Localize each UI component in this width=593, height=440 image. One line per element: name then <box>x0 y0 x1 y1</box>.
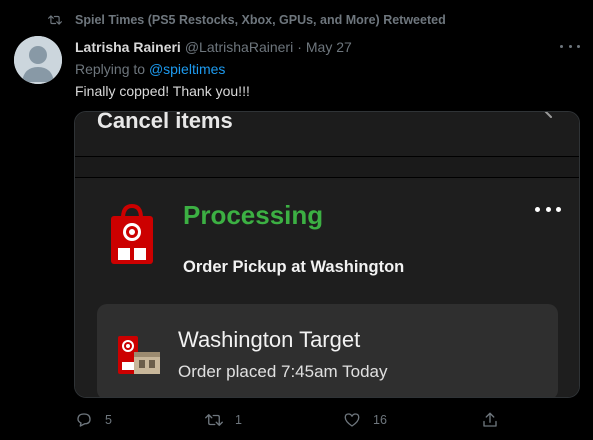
order-placed-time: Order placed 7:45am Today <box>178 362 388 381</box>
retweeted-by-text[interactable]: Spiel Times (PS5 Restocks, Xbox, GPUs, a… <box>75 13 446 27</box>
replying-to-link[interactable]: @spieltimes <box>149 61 225 77</box>
share-button[interactable] <box>481 408 499 432</box>
retweet-context[interactable]: Spiel Times (PS5 Restocks, Xbox, GPUs, a… <box>48 12 446 28</box>
target-bag-icon <box>111 204 153 264</box>
target-store-icon <box>118 336 160 374</box>
like-button[interactable]: 16 <box>343 408 387 432</box>
retweet-count: 1 <box>235 413 242 427</box>
more-horizontal-icon[interactable] <box>560 42 580 50</box>
retweet-icon <box>48 15 62 25</box>
tweet-text: Finally copped! Thank you!!! <box>75 83 250 99</box>
reply-count: 5 <box>105 413 112 427</box>
chevron-right-icon <box>544 112 552 118</box>
tweet-actions: 5 1 16 <box>0 408 593 432</box>
reply-button[interactable]: 5 <box>75 408 112 432</box>
store-name: Washington Target <box>178 327 361 352</box>
section-divider <box>75 156 579 178</box>
share-icon <box>483 412 497 427</box>
retweet-icon <box>205 414 223 426</box>
display-name[interactable]: Latrisha Raineri <box>75 39 181 55</box>
like-count: 16 <box>373 413 387 427</box>
retweet-button[interactable]: 1 <box>205 408 242 432</box>
card-more-icon <box>535 207 561 213</box>
tweet-date[interactable]: May 27 <box>306 39 352 55</box>
separator: · <box>297 39 302 55</box>
default-avatar-icon <box>14 36 62 84</box>
user-handle[interactable]: @LatrishaRaineri <box>185 39 293 55</box>
cancel-items-title: Cancel items <box>97 111 233 133</box>
replying-prefix: Replying to <box>75 61 146 77</box>
tweet-header: Latrisha Raineri @LatrishaRaineri · May … <box>75 39 352 57</box>
pickup-location: Order Pickup at Washington <box>183 258 405 276</box>
tweet-media-image[interactable]: Cancel items Processing Order Pickup at … <box>74 111 580 398</box>
avatar[interactable] <box>14 36 62 84</box>
replying-to: Replying to @spieltimes <box>75 61 225 77</box>
reply-icon <box>77 413 91 427</box>
order-status: Processing <box>183 200 324 230</box>
heart-icon <box>344 413 360 427</box>
